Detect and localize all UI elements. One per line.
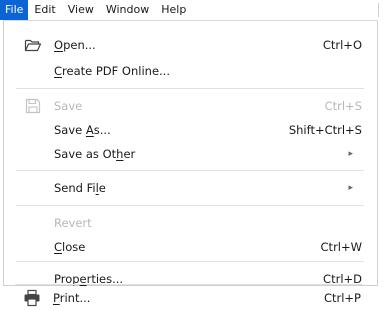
create-pdf-online-label: Create PDF Online... — [54, 64, 170, 78]
print-shortcut: Ctrl+P — [323, 291, 361, 305]
menu-edit[interactable]: Edit — [28, 0, 61, 20]
menu-item-save-as-other[interactable]: Save as Other ▸ — [4, 142, 377, 166]
menu-item-save-as[interactable]: Save As... Shift+Ctrl+S — [4, 118, 377, 142]
menu-item-create-pdf-online[interactable]: Create PDF Online... — [4, 59, 377, 83]
submenu-arrow-icon: ▸ — [348, 183, 353, 193]
menubar-edge — [378, 3, 379, 17]
printer-icon — [23, 289, 41, 307]
menu-separator — [16, 170, 364, 171]
file-menu-dropdown: Open... Ctrl+O Create PDF Online... Save… — [3, 20, 378, 286]
menu-help[interactable]: Help — [155, 0, 192, 20]
menu-item-revert: Revert — [4, 211, 377, 235]
save-label: Save — [54, 99, 83, 113]
menu-separator — [16, 88, 364, 89]
close-label: Close — [54, 240, 86, 254]
folder-open-icon — [24, 36, 42, 54]
save-icon — [24, 97, 42, 115]
menu-item-save: Save Ctrl+S — [4, 94, 377, 118]
menu-separator — [15, 284, 363, 285]
save-as-label: Save As... — [54, 123, 111, 137]
submenu-arrow-icon: ▸ — [348, 149, 353, 159]
menu-bar: File Edit View Window Help — [0, 0, 389, 20]
close-shortcut: Ctrl+W — [320, 240, 362, 254]
menu-file[interactable]: File — [0, 0, 29, 20]
menu-view[interactable]: View — [62, 0, 100, 20]
save-as-shortcut: Shift+Ctrl+S — [288, 123, 362, 137]
menu-separator — [16, 261, 364, 262]
open-label: Open... — [54, 38, 96, 52]
revert-label: Revert — [54, 216, 92, 230]
menu-item-open[interactable]: Open... Ctrl+O — [4, 33, 377, 57]
save-shortcut: Ctrl+S — [324, 99, 362, 113]
open-shortcut: Ctrl+O — [322, 38, 362, 52]
menu-separator — [16, 205, 364, 206]
menu-item-print[interactable]: Print... Ctrl+P — [3, 284, 376, 310]
print-label: Print... — [53, 291, 91, 305]
menu-item-close[interactable]: Close Ctrl+W — [4, 235, 377, 259]
menu-window[interactable]: Window — [100, 0, 155, 20]
send-file-label: Send File — [54, 181, 106, 195]
save-as-other-label: Save as Other — [54, 147, 136, 161]
menu-item-send-file[interactable]: Send File ▸ — [4, 176, 377, 200]
